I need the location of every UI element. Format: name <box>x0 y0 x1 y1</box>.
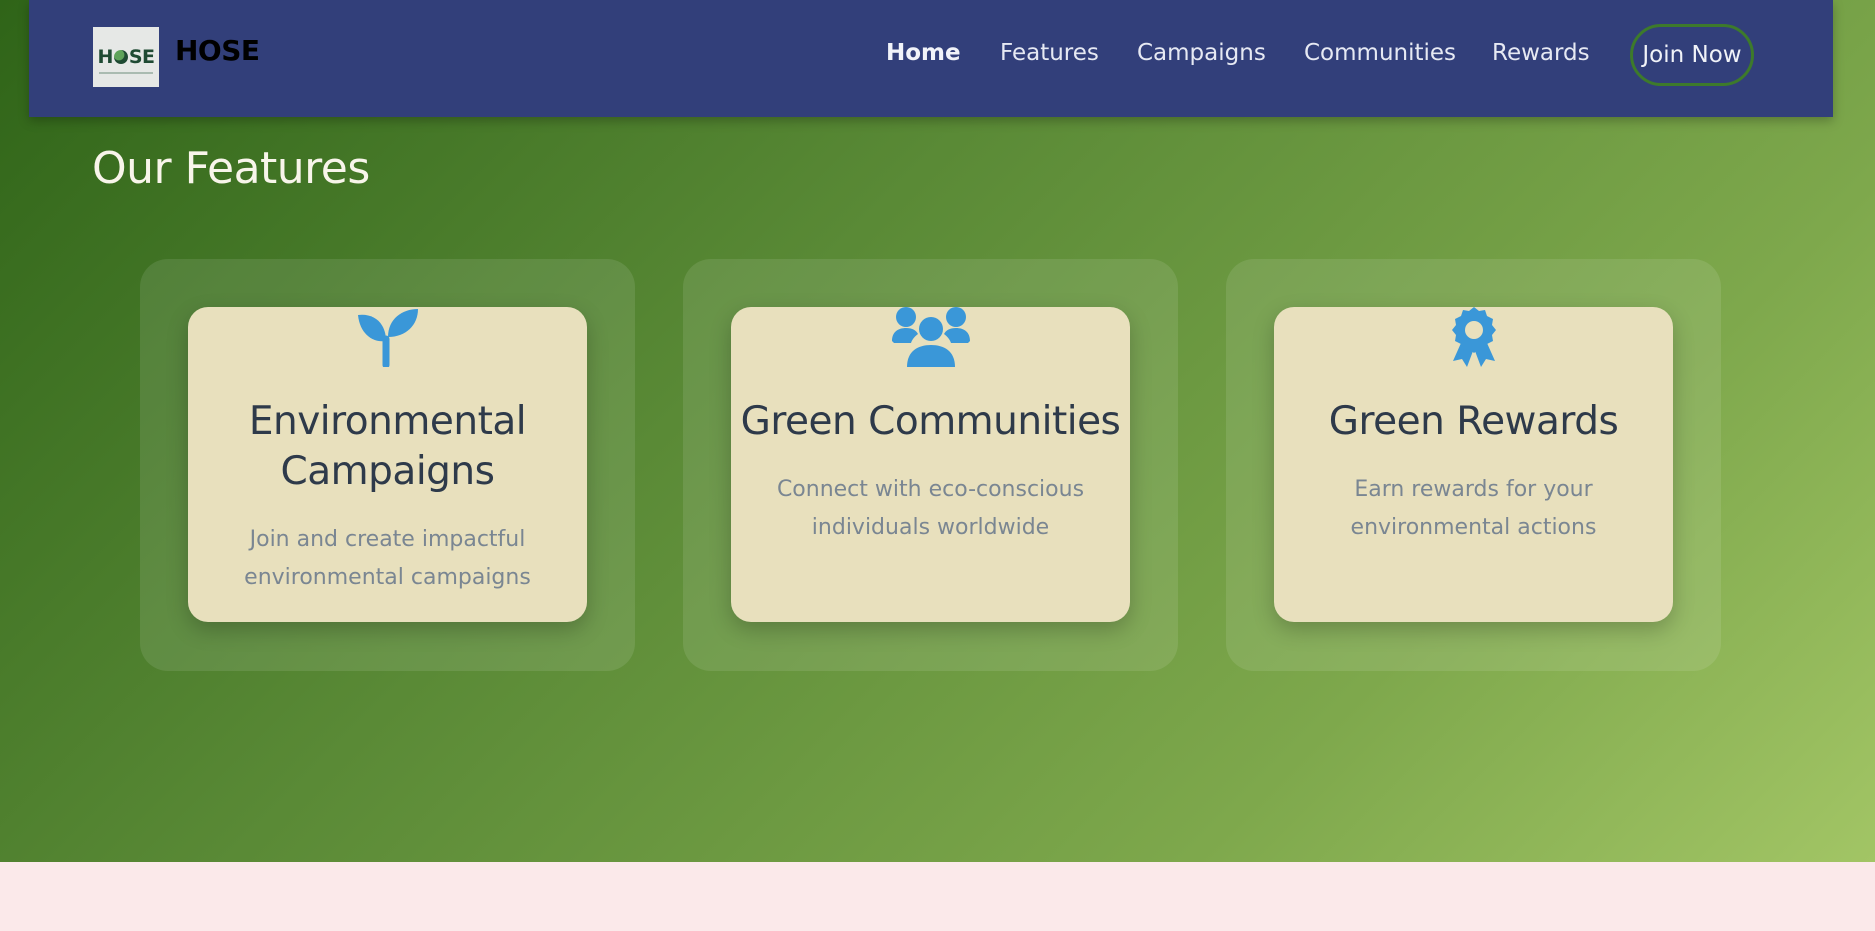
footer-band <box>0 862 1875 931</box>
logo-tagline <box>99 72 153 74</box>
nav-link-rewards[interactable]: Rewards <box>1492 40 1590 66</box>
users-icon <box>731 307 1130 371</box>
award-icon <box>1274 307 1673 371</box>
feature-card-communities[interactable]: Green Communities Connect with eco-consc… <box>731 307 1130 622</box>
navbar: H SE HOSE Home Features Campaigns Communi… <box>29 0 1833 117</box>
feature-card-description: Earn rewards for your environmental acti… <box>1350 477 1597 540</box>
nav-links: Home Features Campaigns Communities Rewa… <box>29 40 1833 70</box>
join-now-button[interactable]: Join Now <box>1630 24 1754 86</box>
feature-card-title: Environmental Campaigns <box>248 399 527 494</box>
feature-card-title: Green Rewards <box>1328 399 1619 444</box>
feature-card-wrapper: Green Rewards Earn rewards for your envi… <box>1226 259 1721 671</box>
feature-card-title: Green Communities <box>740 399 1121 444</box>
feature-card-description: Connect with eco-conscious individuals w… <box>776 477 1085 540</box>
feature-card-wrapper: Green Communities Connect with eco-consc… <box>683 259 1178 671</box>
nav-link-home[interactable]: Home <box>886 40 961 66</box>
nav-link-features[interactable]: Features <box>1000 40 1099 66</box>
section-title: Our Features <box>92 143 370 194</box>
feature-card-wrapper: Environmental Campaigns Join and create … <box>140 259 635 671</box>
nav-link-campaigns[interactable]: Campaigns <box>1137 40 1266 66</box>
feature-card-campaigns[interactable]: Environmental Campaigns Join and create … <box>188 307 587 622</box>
feature-card-description: Join and create impactful environmental … <box>244 527 531 590</box>
nav-link-communities[interactable]: Communities <box>1304 40 1456 66</box>
page: H SE HOSE Home Features Campaigns Communi… <box>0 0 1875 931</box>
seedling-icon <box>188 307 587 371</box>
feature-card-rewards[interactable]: Green Rewards Earn rewards for your envi… <box>1274 307 1673 622</box>
